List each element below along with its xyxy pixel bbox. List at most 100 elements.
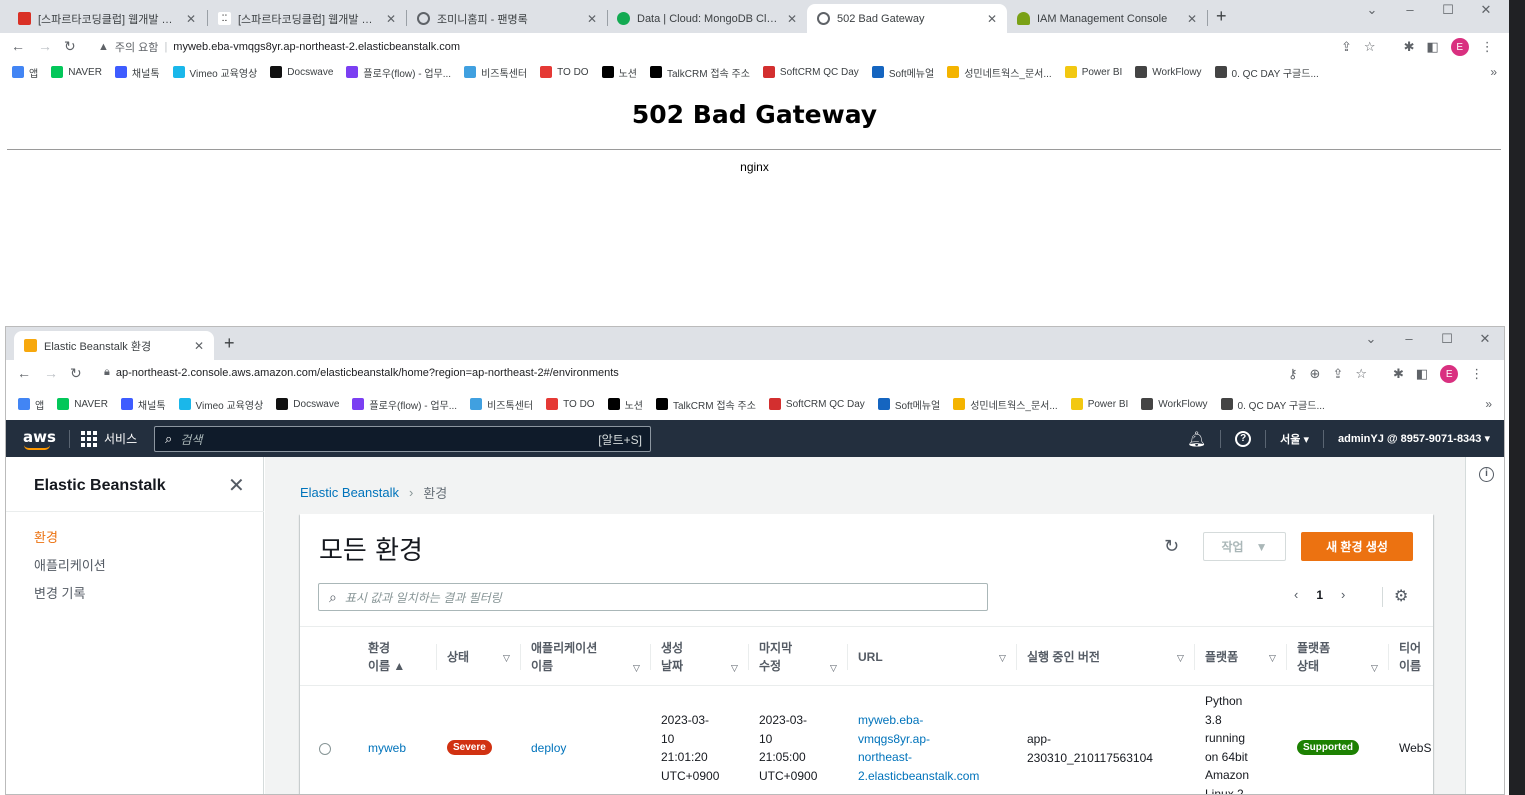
sort-caret-icon[interactable]: ▽ xyxy=(731,659,738,677)
bookmark-talkcrm[interactable]: TalkCRM 접속 주소 xyxy=(655,397,756,412)
info-icon[interactable]: i xyxy=(1479,467,1494,482)
bookmark-flow[interactable]: 플로우(flow) - 업무... xyxy=(346,65,451,80)
close-window-icon[interactable]: ✕ xyxy=(1467,2,1505,18)
new-tab-plus-icon[interactable]: + xyxy=(1216,6,1227,27)
share-icon[interactable]: ⇪ xyxy=(1341,39,1352,55)
account-menu[interactable]: adminYJ @ 8957-9071-8343 ▾ xyxy=(1324,432,1504,445)
services-menu[interactable]: 서비스 xyxy=(81,430,137,447)
environment-url-link[interactable]: myweb.eba-vmqgs8yr.ap-northeast- 2.elasti… xyxy=(858,711,979,785)
extensions-puzzle-icon[interactable]: ✱ xyxy=(1404,39,1415,55)
column-header-created[interactable]: 생성 날짜 ▽ xyxy=(661,627,759,687)
bookmark-apps[interactable]: 앱 xyxy=(12,65,38,80)
bookmark-workflowy[interactable]: WorkFlowy xyxy=(1141,398,1208,410)
sort-caret-icon[interactable]: ▽ xyxy=(1371,659,1378,677)
bookmark-channeltalk[interactable]: 채널톡 xyxy=(114,65,160,80)
tab-502-bad-gateway[interactable]: 502 Bad Gateway ✕ xyxy=(807,4,1007,33)
close-icon[interactable]: ✕ xyxy=(386,12,396,26)
chevron-left-icon[interactable]: ‹ xyxy=(1294,587,1298,602)
bookmark-todo[interactable]: TO DO xyxy=(546,398,595,410)
aws-search-input[interactable]: ⌕ 검색 [알트+S] xyxy=(154,426,651,452)
zoom-icon[interactable]: ⊕ xyxy=(1310,366,1321,382)
breadcrumb-root-link[interactable]: Elastic Beanstalk xyxy=(300,485,399,500)
close-icon[interactable]: ✕ xyxy=(228,473,245,498)
bookmark-naver[interactable]: NAVER xyxy=(57,398,108,410)
new-tab-plus-icon[interactable]: + xyxy=(224,333,235,354)
close-icon[interactable]: ✕ xyxy=(186,12,196,26)
bookmark-softmanual[interactable]: Soft메뉴얼 xyxy=(877,397,940,412)
close-icon[interactable]: ✕ xyxy=(1187,12,1197,26)
column-header-platform[interactable]: 플랫폼 ▽ xyxy=(1205,627,1297,687)
column-header-status[interactable]: 상태 ▽ xyxy=(447,627,531,687)
extensions-puzzle-icon[interactable]: ✱ xyxy=(1393,366,1404,382)
bookmark-powerbi[interactable]: Power BI xyxy=(1070,398,1128,410)
bookmark-qcday[interactable]: 0. QC DAY 구글드... xyxy=(1220,397,1325,412)
row-radio[interactable] xyxy=(319,743,331,755)
side-panel-icon[interactable]: ◧ xyxy=(1426,39,1438,55)
column-header-tier[interactable]: 티어 이름 xyxy=(1399,627,1439,687)
create-environment-button[interactable]: 새 환경 생성 xyxy=(1301,532,1413,561)
sort-caret-icon[interactable]: ▽ xyxy=(1269,649,1276,667)
bookmark-softcrm[interactable]: SoftCRM QC Day xyxy=(768,398,865,410)
environment-name-link[interactable]: myweb xyxy=(368,739,406,758)
bookmark-biztalk[interactable]: 비즈톡센터 xyxy=(464,65,527,80)
bell-icon[interactable]: 🔔︎ xyxy=(1173,430,1220,448)
bookmark-notion[interactable]: 노션 xyxy=(607,397,643,412)
chevron-right-icon[interactable]: › xyxy=(1341,587,1345,602)
help-icon[interactable]: ? xyxy=(1235,430,1252,447)
bookmark-qcday[interactable]: 0. QC DAY 구글드... xyxy=(1214,65,1319,80)
kebab-menu-icon[interactable]: ⋮ xyxy=(1470,366,1483,382)
bookmark-gdrive[interactable]: 성민네트웍스_문서... xyxy=(953,397,1058,412)
bookmark-powerbi[interactable]: Power BI xyxy=(1064,66,1122,78)
bookmark-talkcrm[interactable]: TalkCRM 접속 주소 xyxy=(649,65,750,80)
profile-avatar[interactable]: E xyxy=(1440,365,1459,383)
forward-arrow-icon[interactable]: → xyxy=(44,365,58,381)
key-icon[interactable]: ⚷ xyxy=(1288,366,1298,382)
column-header-modified[interactable]: 마지막 수정 ▽ xyxy=(759,627,858,687)
page-number[interactable]: 1 xyxy=(1316,588,1323,602)
close-icon[interactable]: ✕ xyxy=(194,339,204,353)
refresh-icon[interactable]: ↻ xyxy=(1164,536,1179,557)
share-icon[interactable]: ⇪ xyxy=(1332,366,1343,382)
omnibox[interactable]: 🔒︎ ap-northeast-2.console.aws.amazon.com… xyxy=(104,366,619,379)
close-window-icon[interactable]: ✕ xyxy=(1466,331,1504,347)
close-icon[interactable]: ✕ xyxy=(987,12,997,26)
sort-caret-icon[interactable]: ▽ xyxy=(1177,649,1184,667)
profile-avatar[interactable]: E xyxy=(1450,38,1469,56)
omnibox[interactable]: ▲ 주의 요함 | myweb.eba-vmqgs8yr.ap-northeas… xyxy=(98,39,460,55)
bookmark-vimeo[interactable]: Vimeo 교육영상 xyxy=(178,397,263,412)
aws-logo[interactable]: aws xyxy=(23,428,56,446)
column-header-app-name[interactable]: 애플리케이션 이름 ▽ xyxy=(531,627,661,687)
maximize-icon[interactable]: ☐ xyxy=(1429,2,1467,18)
actions-dropdown-button[interactable]: 작업 ▼ xyxy=(1203,532,1286,561)
bookmark-docswave[interactable]: Docswave xyxy=(276,398,339,410)
star-icon[interactable]: ☆ xyxy=(1355,366,1367,382)
maximize-icon[interactable]: ☐ xyxy=(1428,331,1466,347)
bookmark-vimeo[interactable]: Vimeo 교육영상 xyxy=(172,65,257,80)
chevron-down-icon[interactable]: ⌄ xyxy=(1352,331,1390,347)
reload-icon[interactable]: ↻ xyxy=(70,365,82,382)
bookmark-flow[interactable]: 플로우(flow) - 업무... xyxy=(352,397,457,412)
star-icon[interactable]: ☆ xyxy=(1364,39,1376,55)
bookmark-channeltalk[interactable]: 채널톡 xyxy=(120,397,166,412)
tab-minihome[interactable]: 조미니홈피 - 팬명록 ✕ xyxy=(407,4,607,33)
bookmark-softmanual[interactable]: Soft메뉴얼 xyxy=(871,65,934,80)
bookmark-notion[interactable]: 노션 xyxy=(601,65,637,80)
column-header-platform-status[interactable]: 플랫폼 상태 ▽ xyxy=(1297,627,1399,687)
sort-caret-icon[interactable]: ▽ xyxy=(999,649,1006,667)
column-header-version[interactable]: 실행 중인 버전 ▽ xyxy=(1027,627,1205,687)
bookmarks-overflow-icon[interactable]: » xyxy=(1485,397,1492,411)
sort-caret-icon[interactable]: ▽ xyxy=(633,659,640,677)
close-icon[interactable]: ✕ xyxy=(787,12,797,26)
bookmark-gdrive[interactable]: 성민네트웍스_문서... xyxy=(947,65,1052,80)
bookmark-biztalk[interactable]: 비즈톡센터 xyxy=(470,397,533,412)
side-panel-icon[interactable]: ◧ xyxy=(1416,366,1428,382)
sort-caret-icon[interactable]: ▽ xyxy=(503,649,510,667)
column-header-url[interactable]: URL ▽ xyxy=(858,627,1027,687)
sort-caret-icon[interactable]: ▽ xyxy=(830,659,837,677)
sidebar-item-change-history[interactable]: 변경 기록 xyxy=(34,583,85,602)
bookmark-softcrm[interactable]: SoftCRM QC Day xyxy=(762,66,859,78)
bookmarks-overflow-icon[interactable]: » xyxy=(1490,65,1497,79)
tab-mongodb[interactable]: Data | Cloud: MongoDB Cloud ✕ xyxy=(607,4,807,33)
application-link[interactable]: deploy xyxy=(531,739,566,758)
bookmark-apps[interactable]: 앱 xyxy=(18,397,44,412)
